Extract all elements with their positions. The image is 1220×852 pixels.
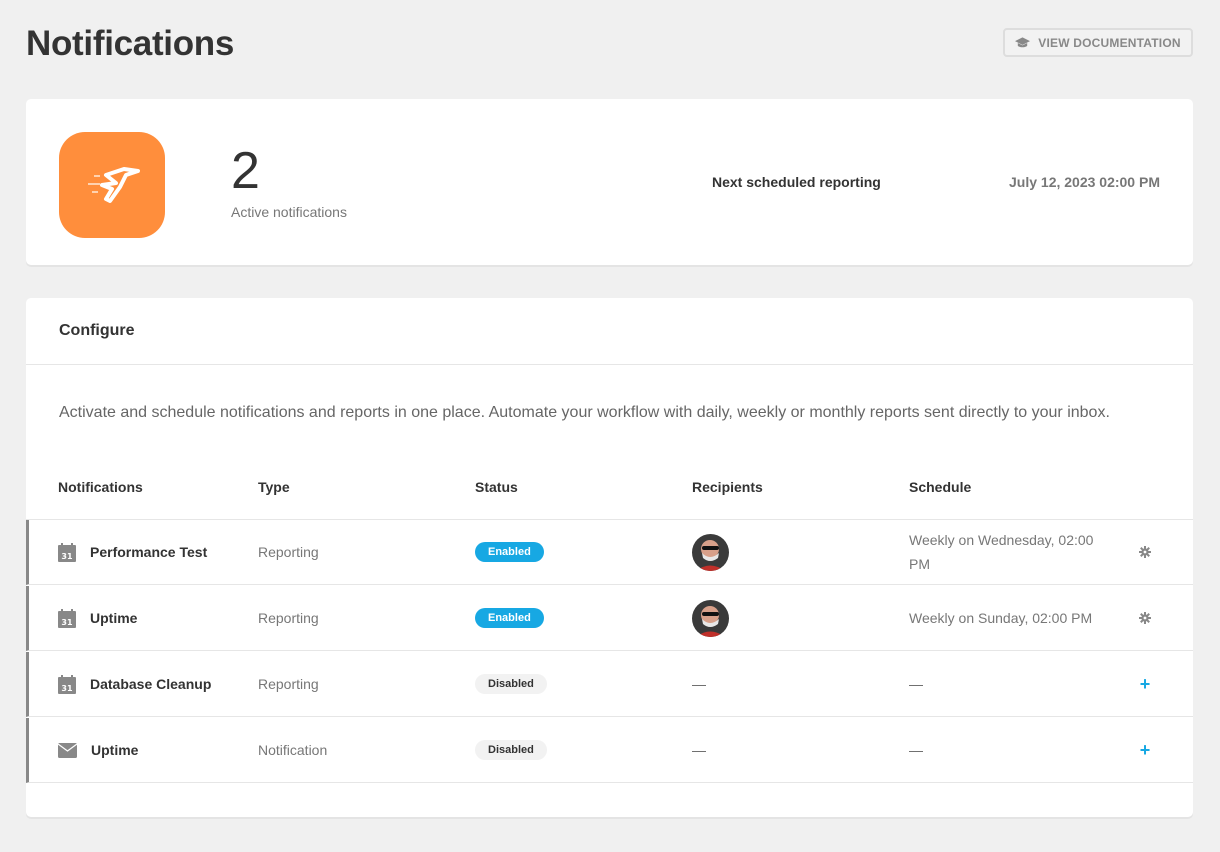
notification-name-cell: 31 Performance Test [58,520,207,584]
schedule-text: Weekly on Sunday, 02:00 PM [909,610,1093,626]
schedule-empty: — [909,676,923,692]
configure-card: Configure Activate and schedule notifica… [26,298,1193,817]
table-row: 31 Performance Test Reporting Enabled We… [26,520,1193,585]
plus-icon: + [1139,739,1151,760]
configure-description: Activate and schedule notifications and … [59,404,1110,421]
hummingbird-logo [59,132,165,238]
summary-card: 2 Active notifications Next scheduled re… [26,99,1193,265]
avatar [692,533,729,571]
notification-type: Reporting [258,676,319,692]
column-header-recipients: Recipients [692,479,763,495]
recipients-empty: — [692,676,706,692]
status-badge: Enabled [475,542,544,562]
status-badge: Disabled [475,674,547,694]
svg-text:31: 31 [61,684,73,693]
column-header-status: Status [475,479,518,495]
svg-text:31: 31 [61,618,73,627]
mail-icon [58,742,77,758]
status-cell: Enabled [475,520,544,584]
notification-name: Database Cleanup [90,676,212,692]
active-notifications-label: Active notifications [231,204,347,220]
table-row: Uptime Notification Disabled — — + [26,718,1193,783]
status-cell: Enabled [475,586,544,650]
active-notifications-count: 2 [231,142,260,200]
column-header-notifications: Notifications [58,479,143,495]
avatar [692,599,729,637]
schedule-empty: — [909,742,923,758]
calendar-icon: 31 [58,542,76,562]
table-row: 31 Uptime Reporting Enabled Weekly on Su… [26,586,1193,651]
table-header: Notifications Type Status Recipients Sch… [26,468,1193,520]
column-header-schedule: Schedule [909,479,972,495]
notification-name-cell: Uptime [58,718,138,782]
status-badge: Enabled [475,608,544,628]
table-row: 31 Database Cleanup Reporting Disabled —… [26,652,1193,717]
plus-icon: + [1139,673,1151,694]
settings-button[interactable] [1134,586,1156,650]
gear-icon [1139,546,1151,558]
recipients-empty: — [692,742,706,758]
recipients-cell [692,520,729,584]
schedule-text: Weekly on Wednesday, 02:00 PM [909,532,1094,572]
calendar-icon: 31 [58,674,76,694]
recipients-cell [692,586,729,650]
notification-type: Reporting [258,544,319,560]
status-cell: Disabled [475,652,547,716]
view-documentation-label: VIEW DOCUMENTATION [1038,35,1181,50]
gear-icon [1139,612,1151,624]
configure-title: Configure [26,298,1193,365]
notification-name: Uptime [91,742,139,758]
notification-name-cell: 31 Database Cleanup [58,652,211,716]
next-scheduled-label: Next scheduled reporting [712,174,881,190]
notification-name-cell: 31 Uptime [58,586,137,650]
add-button[interactable]: + [1134,718,1156,782]
page-title: Notifications [26,24,235,63]
calendar-icon: 31 [58,608,76,628]
column-header-type: Type [258,479,290,495]
graduation-cap-icon [1015,36,1031,47]
settings-button[interactable] [1134,520,1156,584]
notification-name: Performance Test [90,544,208,560]
next-scheduled-date: July 12, 2023 02:00 PM [1009,174,1160,190]
status-badge: Disabled [475,740,547,760]
notification-type: Notification [258,742,328,758]
svg-text:31: 31 [61,552,73,561]
view-documentation-button[interactable]: VIEW DOCUMENTATION [1003,28,1193,57]
notification-name: Uptime [90,610,138,626]
page-header: Notifications VIEW DOCUMENTATION [26,22,1193,68]
status-cell: Disabled [475,718,547,782]
notification-type: Reporting [258,610,319,626]
add-button[interactable]: + [1134,652,1156,716]
